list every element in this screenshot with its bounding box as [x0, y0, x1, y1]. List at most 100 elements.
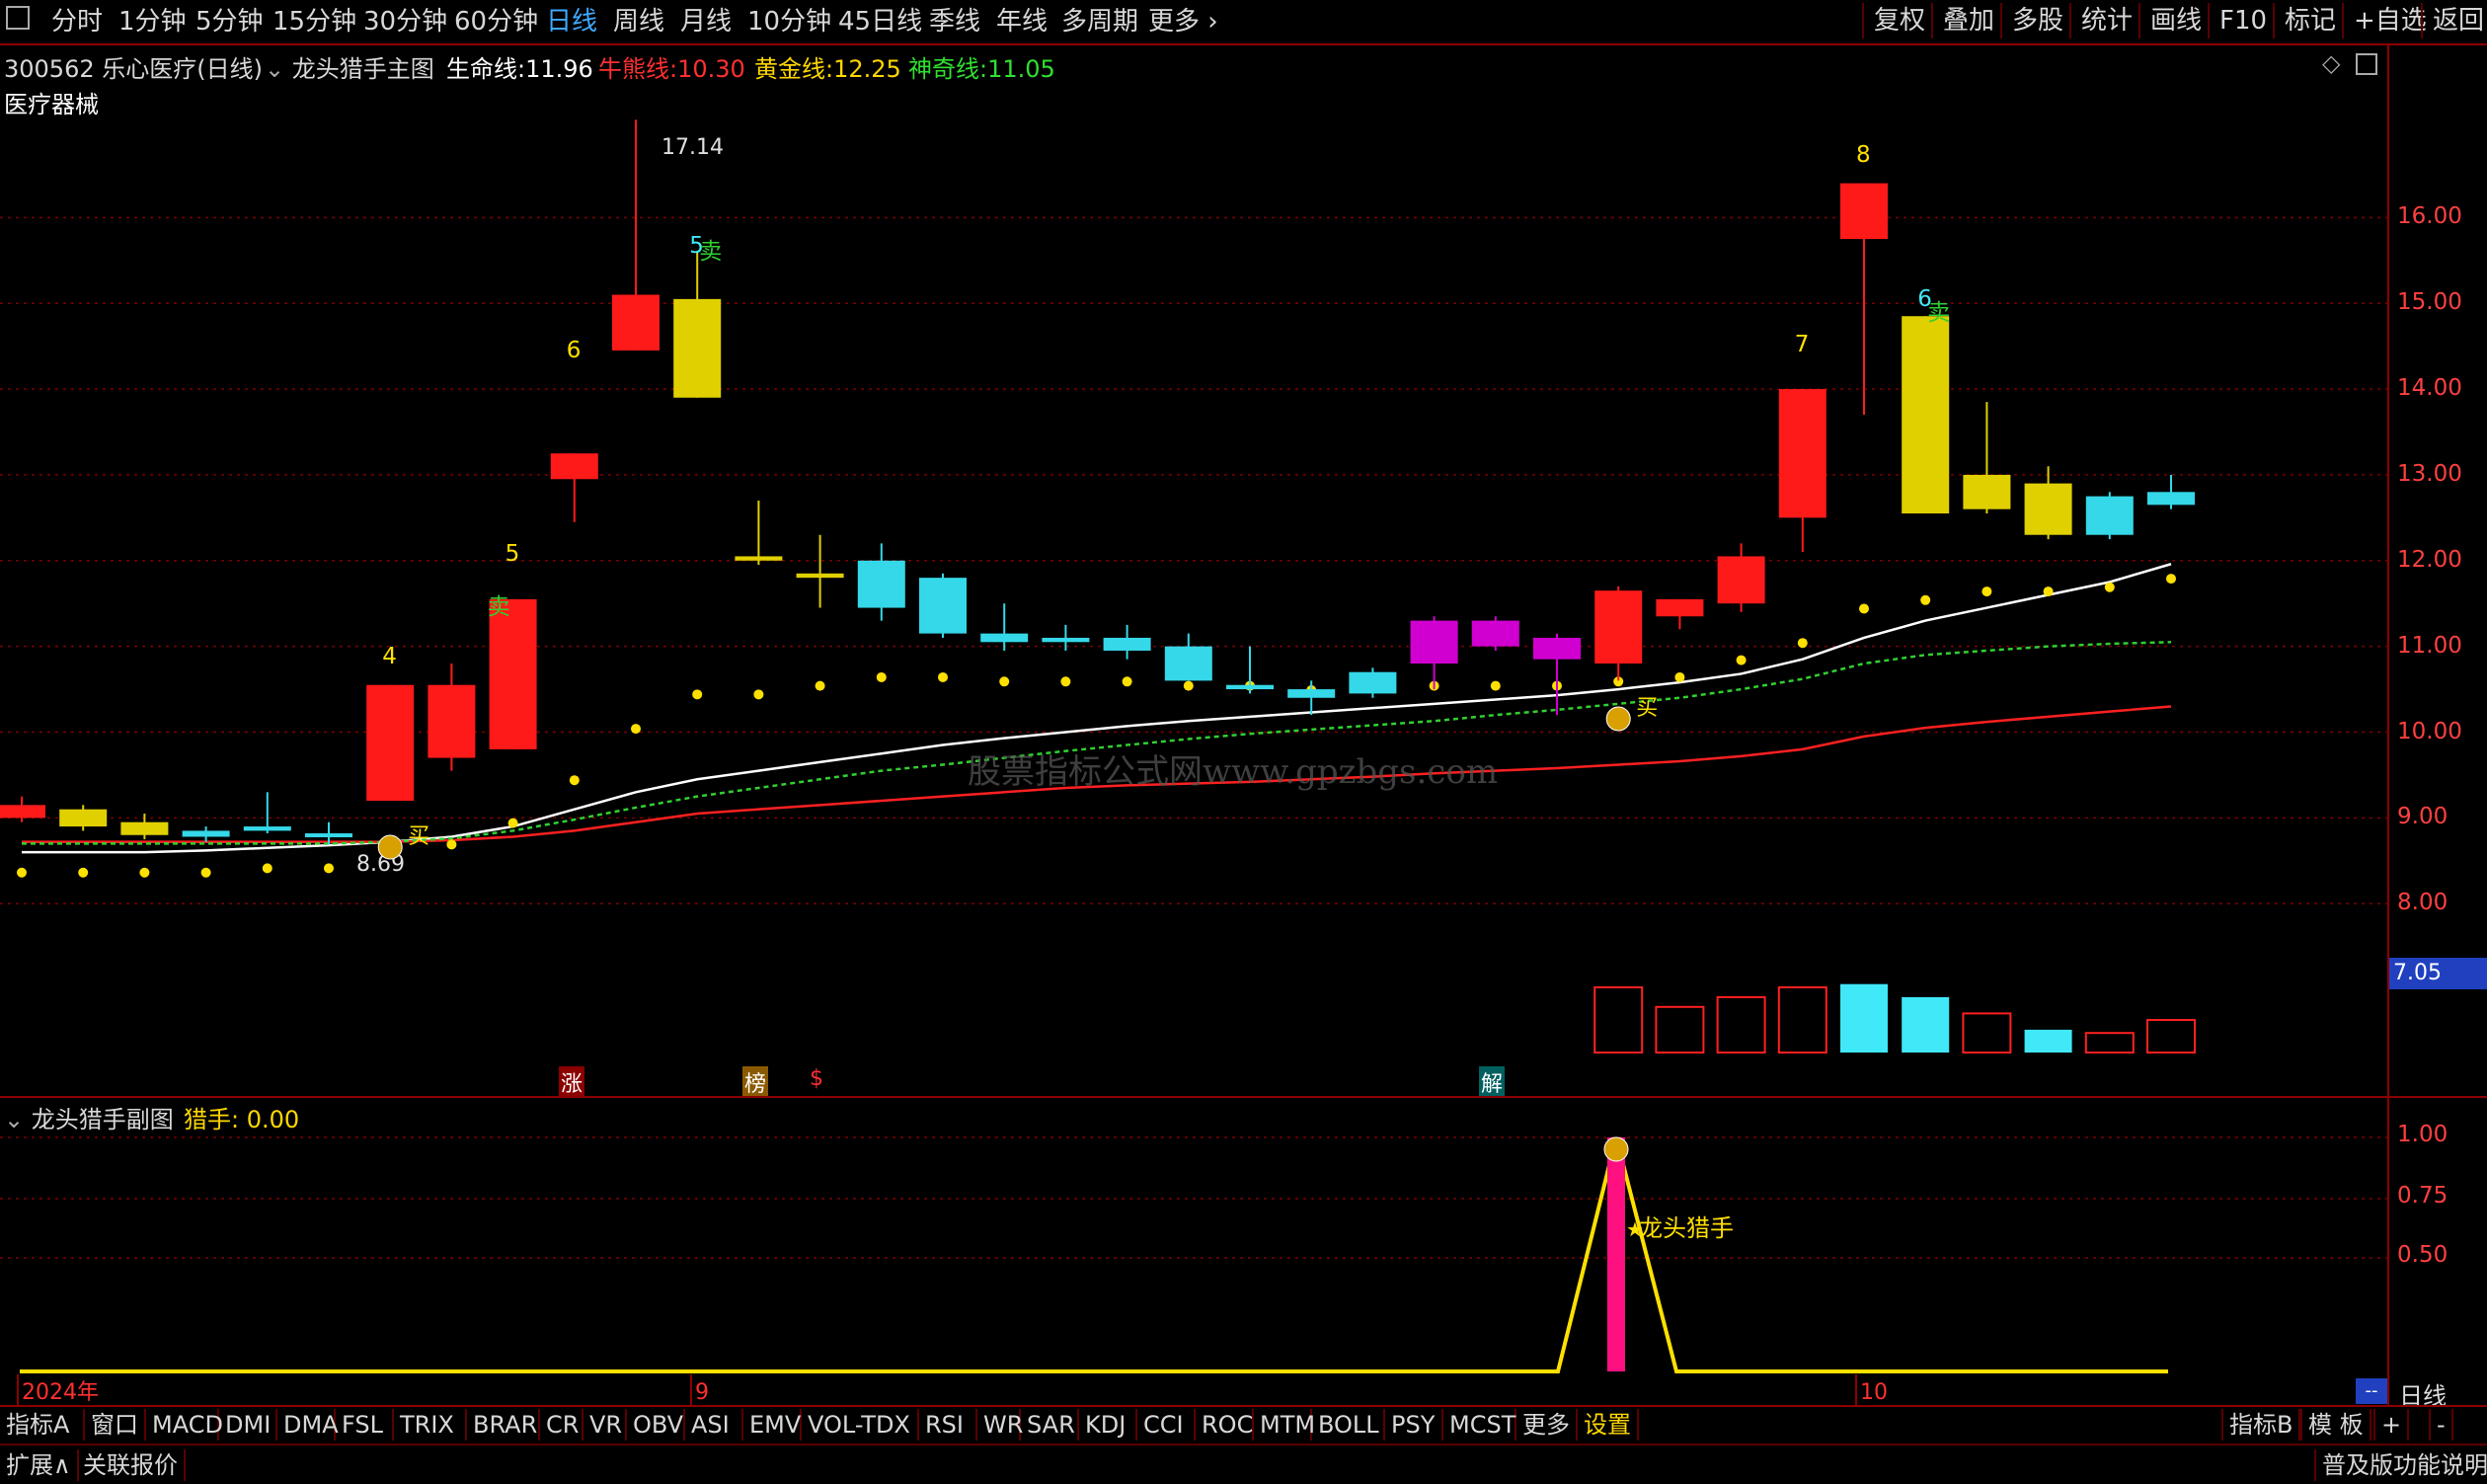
candle-body	[1410, 620, 1458, 664]
tab-quarterly[interactable]: 季线	[929, 4, 980, 39]
indicator-tab[interactable]: TRIX	[394, 1409, 467, 1441]
window-icon[interactable]	[6, 6, 30, 30]
indicator-tab[interactable]: DMI	[219, 1409, 277, 1441]
sell-signal-label: 卖	[699, 239, 722, 265]
golden-dot	[1797, 638, 1808, 649]
indicator-tab[interactable]: MCST	[1443, 1409, 1516, 1441]
status-bar: 扩展∧ 关联报价 普及版功能说明	[0, 1444, 2487, 1484]
kline-chart[interactable]: 456578617.148.69卖卖卖买买	[0, 43, 2387, 1096]
indicator-tab[interactable]: RSI	[919, 1409, 977, 1441]
golden-dot	[78, 867, 89, 878]
bottom-right-control[interactable]: +	[2373, 1409, 2410, 1441]
indicator-tab[interactable]: KDJ	[1079, 1409, 1137, 1441]
x-axis-label: 10	[1860, 1380, 1888, 1405]
tab-daily[interactable]: 日线	[546, 4, 597, 39]
bottom-right-control[interactable]: 模 板	[2300, 1409, 2371, 1441]
indicator-tab[interactable]: PSY	[1385, 1409, 1443, 1441]
indicator-tab[interactable]: 窗口	[85, 1409, 146, 1441]
golden-dot	[139, 867, 150, 878]
tab-10min[interactable]: 10分钟	[747, 4, 831, 39]
period-toolbar: 分时 1分钟 5分钟 15分钟 30分钟 60分钟 日线 周线 月线 10分钟 …	[0, 0, 2487, 45]
price-tick: 16.00	[2397, 203, 2462, 230]
wave-count-label: 7	[1795, 332, 1810, 357]
draw-line-button[interactable]: 画线	[2138, 3, 2212, 39]
indicator-tab[interactable]: 设置	[1578, 1409, 1639, 1441]
tab-weekly[interactable]: 周线	[613, 4, 664, 39]
indicator-tab[interactable]: ASI	[685, 1409, 743, 1441]
indicator-tab[interactable]: MTM	[1254, 1409, 1315, 1441]
tab-multi-period[interactable]: 多周期	[1061, 4, 1138, 39]
edition-info-link[interactable]: 普及版功能说明	[2314, 1449, 2487, 1481]
indicator-tab[interactable]: ROC	[1196, 1409, 1254, 1441]
indicator-tab[interactable]: CCI	[1137, 1409, 1196, 1441]
golden-dot	[1183, 680, 1194, 691]
wave-count-label: 5	[505, 541, 520, 567]
event-tag-dollar[interactable]: $	[808, 1066, 825, 1091]
candle-body	[1963, 474, 2011, 509]
multi-stock-button[interactable]: 多股	[2000, 3, 2073, 39]
candle-body	[2085, 496, 2134, 535]
candle-body	[1656, 598, 1704, 617]
tab-yearly[interactable]: 年线	[996, 4, 1048, 39]
indicator-tab[interactable]: BRAR	[467, 1409, 540, 1441]
indicator-tab-bar: 指标A 窗口 MACD DMI DMA FSL TRIX BRAR CR VR OBV ASI EMV V…	[0, 1407, 2487, 1443]
golden-dot	[1060, 676, 1071, 687]
linked-quote-button[interactable]: 关联报价	[77, 1449, 186, 1481]
indicator-tab[interactable]: DMA	[277, 1409, 339, 1441]
indicator-tab[interactable]: VR	[583, 1409, 627, 1441]
indicator-tab[interactable]: CR	[540, 1409, 583, 1441]
sub-chart[interactable]: 龙头猎手★ 2024年 9 10	[0, 1098, 2387, 1405]
f10-button[interactable]: F10	[2208, 3, 2277, 39]
indicator-tab[interactable]: BOLL	[1312, 1409, 1385, 1441]
tab-1min[interactable]: 1分钟	[118, 4, 187, 39]
event-tag-limit-up[interactable]: 涨	[559, 1066, 585, 1098]
tab-30min[interactable]: 30分钟	[363, 4, 447, 39]
golden-dot	[324, 863, 334, 874]
tab-15min[interactable]: 15分钟	[272, 4, 356, 39]
candle-body	[1471, 620, 1519, 647]
tab-fenshi[interactable]: 分时	[51, 4, 103, 39]
golden-dot	[1490, 680, 1501, 691]
candle-body	[857, 560, 905, 608]
bottom-right-control[interactable]: -	[2429, 1409, 2453, 1441]
indicator-tab[interactable]: FSL	[336, 1409, 394, 1441]
expand-button[interactable]: 扩展∧	[0, 1449, 79, 1481]
candle-body	[1902, 316, 1950, 514]
event-tag-ranking[interactable]: 榜	[742, 1066, 769, 1098]
overlay-button[interactable]: 叠加	[1931, 3, 2004, 39]
indicator-tab[interactable]: EMV	[743, 1409, 802, 1441]
mark-button[interactable]: 标记	[2273, 3, 2346, 39]
tab-60min[interactable]: 60分钟	[454, 4, 538, 39]
tab-5min[interactable]: 5分钟	[195, 4, 264, 39]
indicator-tab[interactable]: 更多	[1516, 1409, 1578, 1441]
golden-dot	[569, 775, 580, 786]
fuquan-button[interactable]: 复权	[1862, 3, 1935, 39]
sell-signal-label: 卖	[1927, 300, 1950, 326]
hunter-signal-bar	[1607, 1137, 1625, 1371]
candle-body	[1840, 183, 1888, 240]
tab-monthly[interactable]: 月线	[680, 4, 732, 39]
stats-button[interactable]: 统计	[2069, 3, 2142, 39]
back-button[interactable]: 返回	[2421, 3, 2487, 39]
indicator-tab[interactable]: SAR	[1021, 1409, 1079, 1441]
golden-dot	[17, 867, 27, 878]
volume-bar	[1902, 996, 1950, 1053]
indicator-tab[interactable]: 指标A	[0, 1409, 85, 1441]
wave-count-label: 8	[1856, 142, 1871, 168]
indicator-tab[interactable]: MACD	[146, 1409, 223, 1441]
event-tag-unlock[interactable]: 解	[1479, 1066, 1506, 1098]
axis-scroll-button[interactable]: --	[2356, 1378, 2387, 1404]
tab-45day[interactable]: 45日线	[838, 4, 922, 39]
volume-bar	[1655, 1005, 1705, 1054]
tab-more[interactable]: 更多 ›	[1148, 4, 1218, 39]
bottom-right-control[interactable]: 指标B	[2221, 1409, 2301, 1441]
indicator-tab[interactable]: WR	[977, 1409, 1023, 1441]
golden-dot	[1736, 655, 1747, 665]
volume-bar	[1593, 986, 1644, 1054]
candle-body	[1042, 637, 1090, 643]
candle-body	[489, 598, 537, 749]
candle-body	[1287, 689, 1336, 698]
indicator-tab[interactable]: OBV	[627, 1409, 685, 1441]
indicator-tab[interactable]: VOL-TDX	[802, 1409, 919, 1441]
golden-dot	[938, 671, 948, 682]
